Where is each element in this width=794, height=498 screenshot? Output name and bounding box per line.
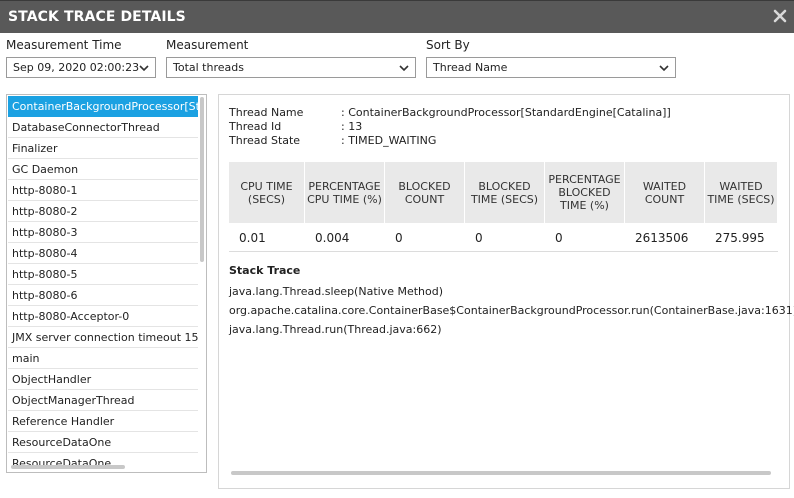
table-cell: 0 — [395, 231, 403, 245]
stack-trace-line: java.lang.Thread.run(Thread.java:662) — [229, 323, 442, 336]
thread-list-item[interactable]: http-8080-Acceptor-0 — [8, 306, 198, 327]
dialog-titlebar: STACK TRACE DETAILS — [0, 0, 794, 33]
thread-list-item[interactable]: main — [8, 348, 198, 369]
measurement-select[interactable]: Total threads — [166, 57, 416, 78]
thread-list-vertical-scrollbar[interactable] — [200, 97, 204, 262]
table-cell: 0.01 — [239, 231, 266, 245]
thread-id-value: : 13 — [341, 120, 363, 133]
sort-by-label: Sort By — [426, 38, 470, 52]
table-header-cell: PERCENTAGE CPU TIME (%) — [305, 162, 385, 223]
thread-list-item[interactable]: Finalizer — [8, 138, 198, 159]
thread-list-item[interactable]: Reference Handler — [8, 411, 198, 432]
table-header-cell: WAITED COUNT — [625, 162, 705, 223]
thread-name-value: : ContainerBackgroundProcessor[StandardE… — [341, 106, 671, 119]
table-cell: 2613506 — [635, 231, 689, 245]
table-header-cell: BLOCKED COUNT — [385, 162, 465, 223]
thread-id-label: Thread Id — [229, 120, 282, 133]
detail-horizontal-scrollbar[interactable] — [231, 471, 771, 475]
thread-list-item[interactable]: http-8080-1 — [8, 180, 198, 201]
stack-trace-line: org.apache.catalina.core.ContainerBase$C… — [229, 304, 794, 317]
dialog-title: STACK TRACE DETAILS — [8, 9, 186, 25]
table-cell: 0 — [475, 231, 483, 245]
thread-list-horizontal-scrollbar[interactable] — [11, 465, 125, 469]
stack-trace-line: java.lang.Thread.sleep(Native Method) — [229, 285, 444, 298]
chevron-down-icon — [139, 65, 149, 72]
table-cell: 0.004 — [315, 231, 350, 245]
chevron-down-icon — [399, 65, 409, 72]
measurement-label: Measurement — [166, 38, 249, 52]
thread-list-item[interactable]: GC Daemon — [8, 159, 198, 180]
thread-detail-panel: Thread Name : ContainerBackgroundProcess… — [218, 94, 794, 489]
sort-by-select[interactable]: Thread Name — [426, 57, 676, 78]
thread-list-item[interactable]: ResourceDataOne — [8, 453, 198, 472]
table-header-cell: BLOCKED TIME (SECS) — [465, 162, 545, 223]
thread-list[interactable]: ContainerBackgroundProcessor[StandardEng… — [6, 94, 207, 473]
thread-list-item[interactable]: http-8080-4 — [8, 243, 198, 264]
measurement-time-select[interactable]: Sep 09, 2020 02:00:23 — [6, 57, 156, 78]
thread-list-item[interactable]: http-8080-6 — [8, 285, 198, 306]
thread-state-value: : TIMED_WAITING — [341, 134, 437, 147]
measurement-time-label: Measurement Time — [6, 38, 122, 52]
measurement-time-value: Sep 09, 2020 02:00:23 — [13, 61, 140, 74]
stack-trace-title: Stack Trace — [229, 264, 301, 277]
thread-list-item[interactable]: ObjectManagerThread — [8, 390, 198, 411]
close-icon[interactable] — [772, 8, 788, 24]
table-divider — [229, 251, 778, 252]
table-cell: 0 — [555, 231, 563, 245]
measurement-value: Total threads — [173, 61, 244, 74]
chevron-down-icon — [659, 65, 669, 72]
thread-list-item[interactable]: http-8080-5 — [8, 264, 198, 285]
table-header-cell: WAITED TIME (SECS) — [705, 162, 778, 223]
thread-list-item[interactable]: ObjectHandler — [8, 369, 198, 390]
table-cell: 275.995 — [715, 231, 765, 245]
thread-list-item[interactable]: JMX server connection timeout 1506 — [8, 327, 198, 348]
thread-state-label: Thread State — [229, 134, 301, 147]
thread-list-item[interactable]: DatabaseConnectorThread — [8, 117, 198, 138]
thread-list-item[interactable]: http-8080-2 — [8, 201, 198, 222]
thread-list-item[interactable]: ContainerBackgroundProcessor[StandardEng… — [8, 96, 198, 117]
table-header-cell: CPU TIME (SECS) — [229, 162, 305, 223]
thread-name-label: Thread Name — [229, 106, 304, 119]
table-header-cell: PERCENTAGE BLOCKED TIME (%) — [545, 162, 625, 223]
sort-by-value: Thread Name — [433, 61, 508, 74]
thread-list-item[interactable]: ResourceDataOne — [8, 432, 198, 453]
thread-list-item[interactable]: http-8080-3 — [8, 222, 198, 243]
